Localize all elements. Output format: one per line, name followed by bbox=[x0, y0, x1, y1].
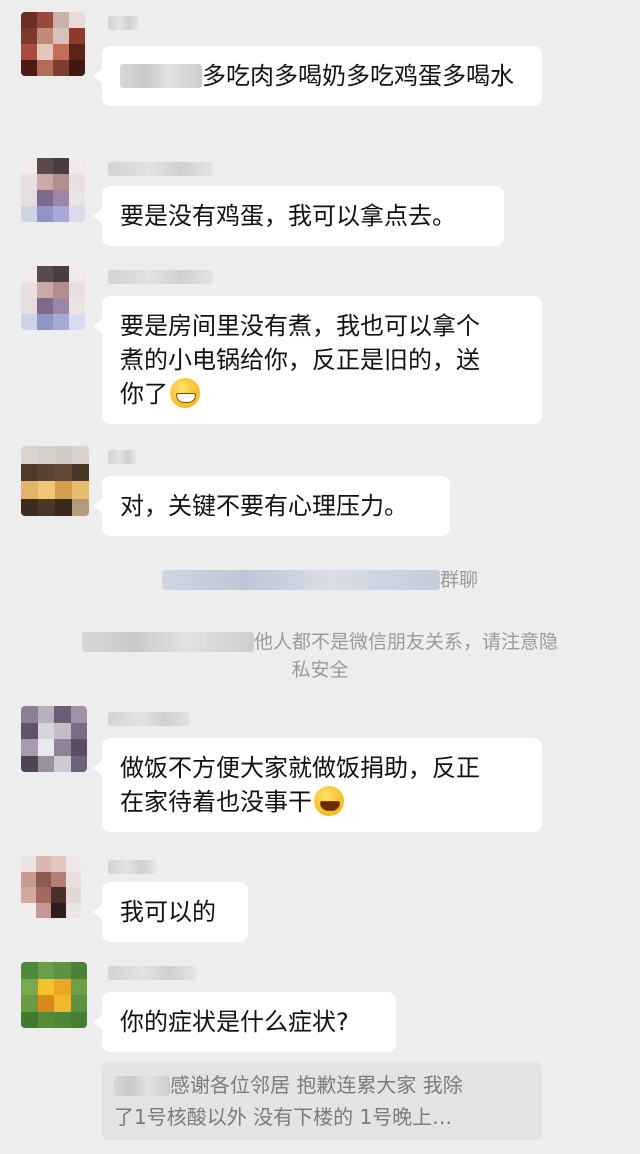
message-text: 对，关键不要有心理压力。 bbox=[120, 492, 408, 520]
avatar[interactable] bbox=[21, 446, 89, 516]
message-text: 你的症状是什么症状? bbox=[120, 1008, 349, 1036]
message-bubble[interactable]: 要是没有鸡蛋，我可以拿点去。 bbox=[93, 186, 504, 246]
avatar[interactable] bbox=[21, 962, 87, 1028]
redacted-text bbox=[114, 1076, 170, 1096]
avatar[interactable] bbox=[21, 266, 85, 330]
system-notice: 群聊 bbox=[40, 566, 600, 594]
avatar[interactable] bbox=[21, 158, 85, 222]
laugh-cry-emoji-icon bbox=[314, 786, 344, 816]
message-line: 煮的小电锅给你，反正是旧的，送 bbox=[120, 346, 480, 374]
sender-name bbox=[108, 712, 190, 726]
sender-name bbox=[108, 270, 213, 284]
sender-name bbox=[108, 16, 138, 30]
sender-name bbox=[108, 860, 156, 874]
message-text: 要是没有鸡蛋，我可以拿点去。 bbox=[120, 202, 456, 230]
sender-name bbox=[108, 162, 213, 176]
message-bubble[interactable]: 做饭不方便大家就做饭捐助，反正 在家待着也没事干 bbox=[93, 738, 542, 832]
message-bubble[interactable]: 要是房间里没有煮，我也可以拿个 煮的小电锅给你，反正是旧的，送 你了 bbox=[93, 296, 542, 424]
system-notice-line: 他人都不是微信朋友关系，请注意隐 bbox=[40, 628, 600, 656]
system-notice-line: 私安全 bbox=[291, 659, 349, 681]
message-line: 你了 bbox=[120, 377, 525, 411]
message-bubble[interactable]: 对，关键不要有心理压力。 bbox=[93, 476, 450, 536]
quote-line: 感谢各位邻居 抱歉连累大家 我除 bbox=[114, 1069, 530, 1101]
message-line: 要是房间里没有煮，我也可以拿个 bbox=[120, 312, 480, 340]
grin-emoji-icon bbox=[170, 378, 200, 408]
quoted-message[interactable]: 感谢各位邻居 抱歉连累大家 我除 了1号核酸以外 没有下楼的 1号晚上… bbox=[102, 1062, 542, 1140]
sender-name bbox=[108, 450, 136, 464]
message-text: 在家待着也没事干 bbox=[120, 788, 312, 816]
redacted-text bbox=[120, 64, 202, 88]
message-bubble[interactable]: 我可以的 bbox=[93, 882, 248, 942]
quote-line: 了1号核酸以外 没有下楼的 1号晚上… bbox=[114, 1105, 453, 1129]
avatar[interactable] bbox=[21, 856, 81, 918]
avatar[interactable] bbox=[21, 12, 85, 76]
message-line: 在家待着也没事干 bbox=[120, 785, 525, 819]
redacted-text bbox=[81, 632, 254, 652]
message-line: 做饭不方便大家就做饭捐助，反正 bbox=[120, 754, 480, 782]
message-text: 多吃肉多喝奶多吃鸡蛋多喝水 bbox=[202, 62, 514, 90]
redacted-text bbox=[161, 570, 440, 590]
avatar[interactable] bbox=[21, 706, 87, 772]
quote-text: 感谢各位邻居 抱歉连累大家 我除 bbox=[170, 1073, 463, 1097]
message-text: 你了 bbox=[120, 380, 168, 408]
message-text: 我可以的 bbox=[120, 898, 216, 926]
sender-name bbox=[108, 966, 196, 980]
message-bubble[interactable]: 多吃肉多喝奶多吃鸡蛋多喝水 bbox=[93, 46, 542, 106]
message-bubble[interactable]: 你的症状是什么症状? bbox=[93, 992, 396, 1052]
system-notice: 他人都不是微信朋友关系，请注意隐 私安全 bbox=[40, 628, 600, 684]
system-notice-text: 他人都不是微信朋友关系，请注意隐 bbox=[253, 631, 558, 653]
system-notice-text: 群聊 bbox=[439, 569, 478, 591]
